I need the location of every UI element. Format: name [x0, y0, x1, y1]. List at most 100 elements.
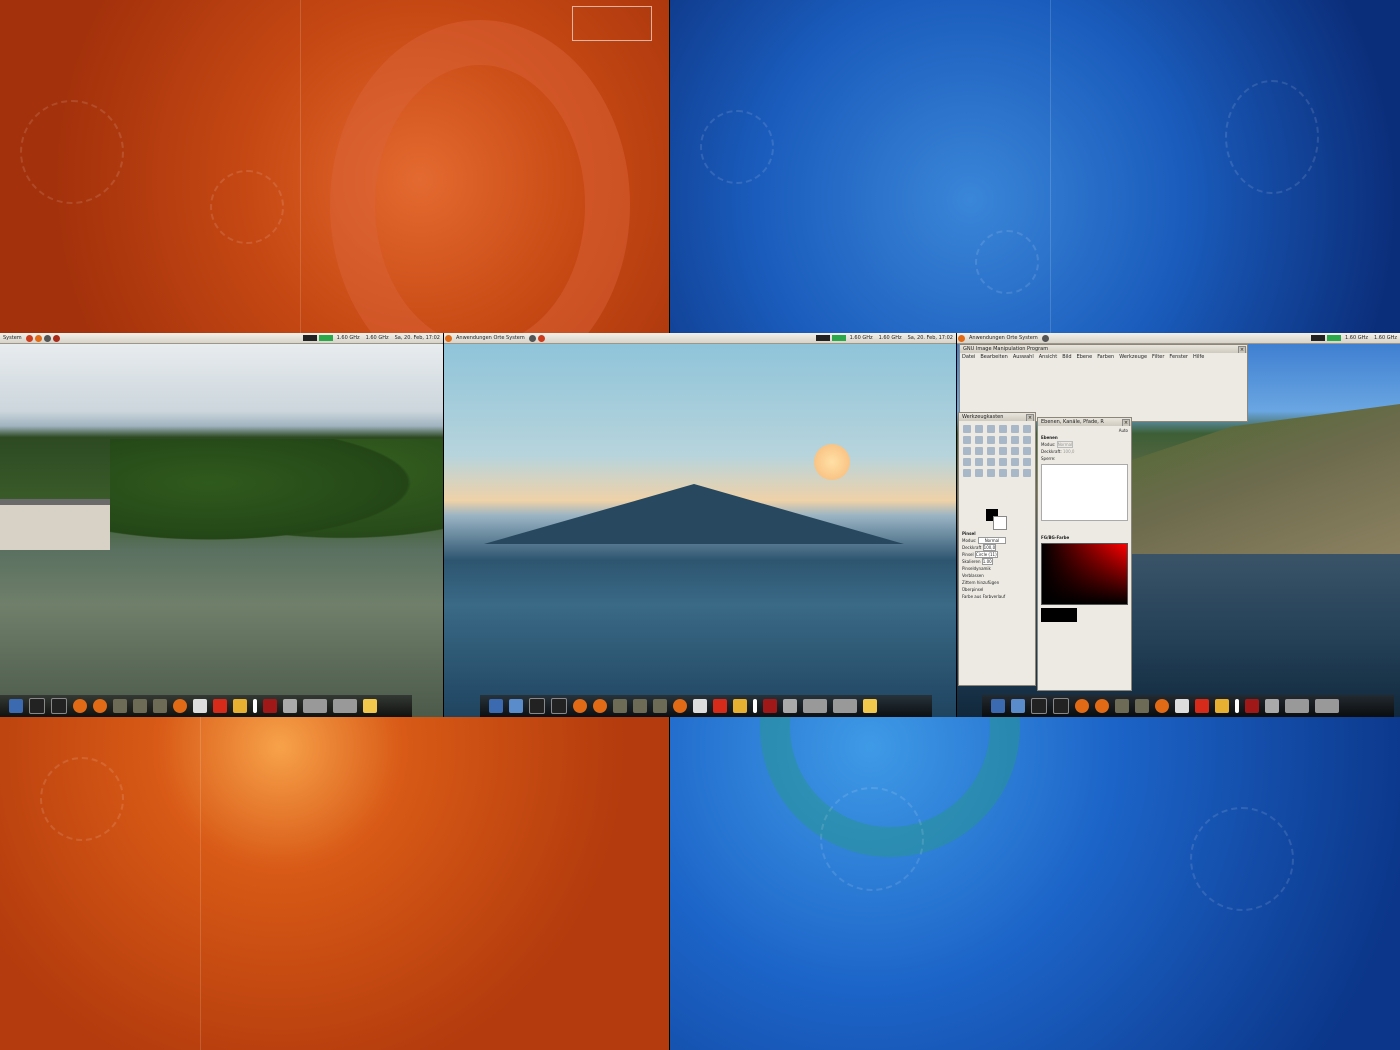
- folder-icon[interactable]: [733, 699, 747, 713]
- firefox-icon[interactable]: [1095, 699, 1109, 713]
- layers-list[interactable]: [1041, 464, 1128, 521]
- turtle-icon[interactable]: [153, 699, 167, 713]
- lock-icon[interactable]: [363, 699, 377, 713]
- gimp-layers-dock[interactable]: Ebenen, Kanäle, Pfade, R × Auto Ebenen Mo…: [1037, 417, 1132, 691]
- tool-icon[interactable]: [999, 458, 1007, 466]
- mode-select[interactable]: Normal: [977, 537, 1007, 544]
- browser-icon[interactable]: [537, 334, 545, 342]
- tool-icon[interactable]: [999, 425, 1007, 433]
- terminal-icon[interactable]: [528, 334, 536, 342]
- turtle-icon[interactable]: [1115, 699, 1129, 713]
- tool-icon[interactable]: [1011, 469, 1019, 477]
- gimp-main-window[interactable]: GNU Image Manipulation Program × Datei Be…: [959, 344, 1248, 422]
- disk-icon[interactable]: [9, 699, 23, 713]
- tool-icon[interactable]: [1023, 458, 1031, 466]
- tool-icon[interactable]: [999, 436, 1007, 444]
- ubuntu-icon[interactable]: [173, 699, 187, 713]
- firefox-icon[interactable]: [73, 699, 87, 713]
- turtle-icon[interactable]: [613, 699, 627, 713]
- top-panel[interactable]: System 1.60 GHz 1.60 GHz Sa, 20. Feb, 17…: [0, 333, 443, 344]
- down-icon[interactable]: [1235, 699, 1239, 713]
- firefox-icon[interactable]: [93, 699, 107, 713]
- tool-icon[interactable]: [1011, 425, 1019, 433]
- tool-icon[interactable]: [987, 425, 995, 433]
- gimp-toolbox[interactable]: Werkzeugkasten × Pinsel Modus: Normal Dec…: [958, 412, 1036, 686]
- tool-icon[interactable]: [975, 458, 983, 466]
- top-panel[interactable]: Anwendungen Orte System 1.60 GHz 1.60 GH…: [957, 333, 1400, 344]
- color-picker-area[interactable]: [1041, 543, 1128, 605]
- tool-icon[interactable]: [975, 469, 983, 477]
- turtle-icon[interactable]: [133, 699, 147, 713]
- tool-icon[interactable]: [987, 458, 995, 466]
- layers-lock[interactable]: Sperre:: [1041, 456, 1128, 461]
- workspace-bottom-right[interactable]: [670, 717, 1400, 1050]
- tool-icon[interactable]: [975, 447, 983, 455]
- tool-icon[interactable]: [963, 425, 971, 433]
- menu-windows[interactable]: Fenster: [1169, 354, 1188, 360]
- menu-filters[interactable]: Filter: [1152, 354, 1164, 360]
- image-icon[interactable]: [1245, 699, 1259, 713]
- tool-icon[interactable]: [987, 447, 995, 455]
- turtle-icon[interactable]: [653, 699, 667, 713]
- trash-icon[interactable]: [1265, 699, 1279, 713]
- scale-value[interactable]: 1.00: [981, 558, 993, 565]
- clock[interactable]: Sa, 20. Feb, 17:02: [395, 333, 440, 343]
- turtle-icon[interactable]: [633, 699, 647, 713]
- firefox-icon[interactable]: [34, 334, 42, 342]
- power-icon[interactable]: [52, 334, 60, 342]
- tool-icon[interactable]: [999, 447, 1007, 455]
- terminal-icon[interactable]: [1041, 334, 1049, 342]
- layers-dock-title[interactable]: Ebenen, Kanäle, Pfade, R ×: [1038, 418, 1131, 426]
- terminal-icon[interactable]: [1053, 698, 1069, 714]
- chef-icon[interactable]: [1175, 699, 1189, 713]
- tool-icon[interactable]: [1011, 458, 1019, 466]
- power-icon[interactable]: [713, 699, 727, 713]
- image-icon[interactable]: [263, 699, 277, 713]
- option-dynamics[interactable]: Pinseldynamik: [962, 566, 1032, 571]
- ubuntu-icon[interactable]: [673, 699, 687, 713]
- chef-icon[interactable]: [693, 699, 707, 713]
- menu-view[interactable]: Ansicht: [1039, 354, 1057, 360]
- tool-icon[interactable]: [963, 458, 971, 466]
- menu-applications[interactable]: Anwendungen Orte System: [456, 333, 525, 343]
- browser-icon[interactable]: [25, 334, 33, 342]
- tool-icon[interactable]: [1011, 447, 1019, 455]
- menu-applications[interactable]: Anwendungen Orte System: [969, 333, 1038, 343]
- ubuntu-icon[interactable]: [445, 334, 452, 342]
- disk-icon[interactable]: [991, 699, 1005, 713]
- close-icon[interactable]: ×: [1238, 346, 1246, 353]
- terminal-icon[interactable]: [29, 698, 45, 714]
- menu-tools[interactable]: Werkzeuge: [1119, 354, 1147, 360]
- workspace-icon[interactable]: [1315, 699, 1339, 713]
- down-icon[interactable]: [253, 699, 257, 713]
- menu-select[interactable]: Auswahl: [1013, 354, 1034, 360]
- menu-system[interactable]: System: [3, 333, 22, 343]
- bg-color-swatch[interactable]: [993, 516, 1007, 530]
- opacity-value[interactable]: 100,0: [982, 544, 997, 551]
- tool-icon[interactable]: [1023, 436, 1031, 444]
- disk-icon[interactable]: [489, 699, 503, 713]
- tool-icon[interactable]: [1023, 447, 1031, 455]
- layers-mode-select[interactable]: Normal: [1056, 441, 1074, 448]
- option-gradient-color[interactable]: Farbe aus Farbverlauf: [962, 594, 1032, 599]
- screen-icon[interactable]: [303, 699, 327, 713]
- layers-opacity-value[interactable]: 100,0: [1063, 449, 1074, 454]
- folder-icon[interactable]: [233, 699, 247, 713]
- desktop-lake-boathouse[interactable]: [0, 344, 443, 717]
- firefox-icon[interactable]: [573, 699, 587, 713]
- menu-edit[interactable]: Bearbeiten: [980, 354, 1007, 360]
- tool-icon[interactable]: [1023, 425, 1031, 433]
- workspace-top-left[interactable]: [0, 0, 669, 333]
- tool-icon[interactable]: [975, 425, 983, 433]
- workspace-bottom-left[interactable]: [0, 717, 669, 1050]
- down-icon[interactable]: [753, 699, 757, 713]
- tool-icon[interactable]: [1023, 469, 1031, 477]
- tool-icon[interactable]: [963, 436, 971, 444]
- option-jitter[interactable]: Zittern hinzufügen: [962, 580, 1032, 585]
- power-icon[interactable]: [1195, 699, 1209, 713]
- terminal-icon[interactable]: [43, 334, 51, 342]
- workspace-top-right[interactable]: [670, 0, 1400, 333]
- firefox-icon[interactable]: [1075, 699, 1089, 713]
- terminal-icon[interactable]: [551, 698, 567, 714]
- menu-file[interactable]: Datei: [962, 354, 975, 360]
